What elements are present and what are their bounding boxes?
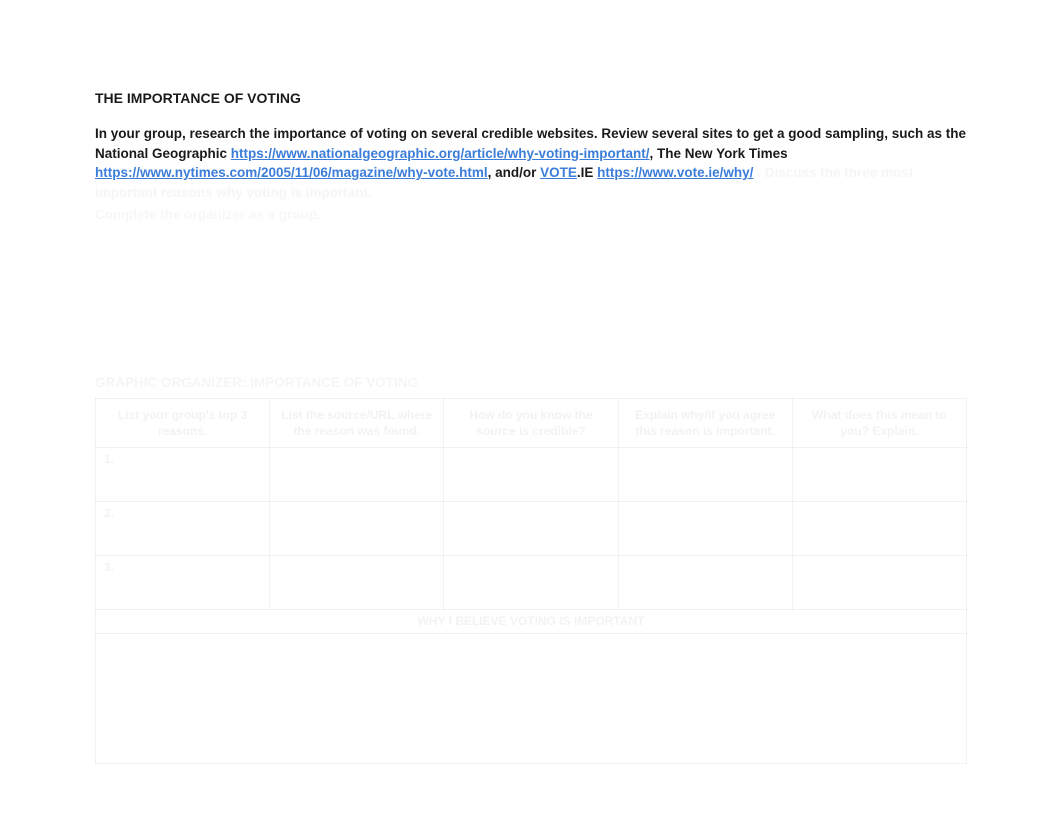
cell-reason-2: 2. xyxy=(96,502,270,556)
link-nytimes[interactable]: https://www.nytimes.com/2005/11/06/magaz… xyxy=(95,165,488,180)
table-footer-entry-row xyxy=(96,634,967,764)
table-row: 1. xyxy=(96,448,967,502)
table-row: 3. xyxy=(96,556,967,610)
th-credible: How do you know the source is credible? xyxy=(444,398,618,447)
intro-text-2: , The New York Times xyxy=(650,146,788,161)
table-header-row: List your group's top 3 reasons. List th… xyxy=(96,398,967,447)
cell xyxy=(792,448,966,502)
link-vote-ie[interactable]: https://www.vote.ie/why/ xyxy=(597,165,753,180)
cell-reason-3: 3. xyxy=(96,556,270,610)
footer-entry-cell xyxy=(96,634,967,764)
cell xyxy=(444,502,618,556)
cell xyxy=(792,502,966,556)
intro-text-3b: .IE xyxy=(577,165,597,180)
cell xyxy=(444,556,618,610)
th-agree: Explain why/if you agree this reason is … xyxy=(618,398,792,447)
cell xyxy=(618,502,792,556)
th-source: List the source/URL where the reason was… xyxy=(270,398,444,447)
cell xyxy=(270,502,444,556)
cell-reason-1: 1. xyxy=(96,448,270,502)
link-vote-prefix[interactable]: VOTE xyxy=(540,165,577,180)
cell xyxy=(270,448,444,502)
table-row: 2. xyxy=(96,502,967,556)
cell xyxy=(618,448,792,502)
section-title: THE IMPORTANCE OF VOTING xyxy=(95,90,967,106)
link-natgeo[interactable]: https://www.nationalgeographic.org/artic… xyxy=(231,146,650,161)
cell xyxy=(618,556,792,610)
intro-faded-line2: Complete the organizer as a group. xyxy=(95,205,967,225)
cell xyxy=(444,448,618,502)
intro-text-3: , and/or xyxy=(488,165,541,180)
th-reasons: List your group's top 3 reasons. xyxy=(96,398,270,447)
footer-heading-cell: WHY I BELIEVE VOTING IS IMPORTANT xyxy=(96,610,967,634)
table-footer-heading-row: WHY I BELIEVE VOTING IS IMPORTANT xyxy=(96,610,967,634)
cell xyxy=(792,556,966,610)
table-section-title: GRAPHIC ORGANIZER: IMPORTANCE OF VOTING xyxy=(95,375,967,390)
th-meaning: What does this mean to you? Explain. xyxy=(792,398,966,447)
organizer-table: List your group's top 3 reasons. List th… xyxy=(95,398,967,764)
intro-paragraph: In your group, research the importance o… xyxy=(95,124,967,225)
cell xyxy=(270,556,444,610)
